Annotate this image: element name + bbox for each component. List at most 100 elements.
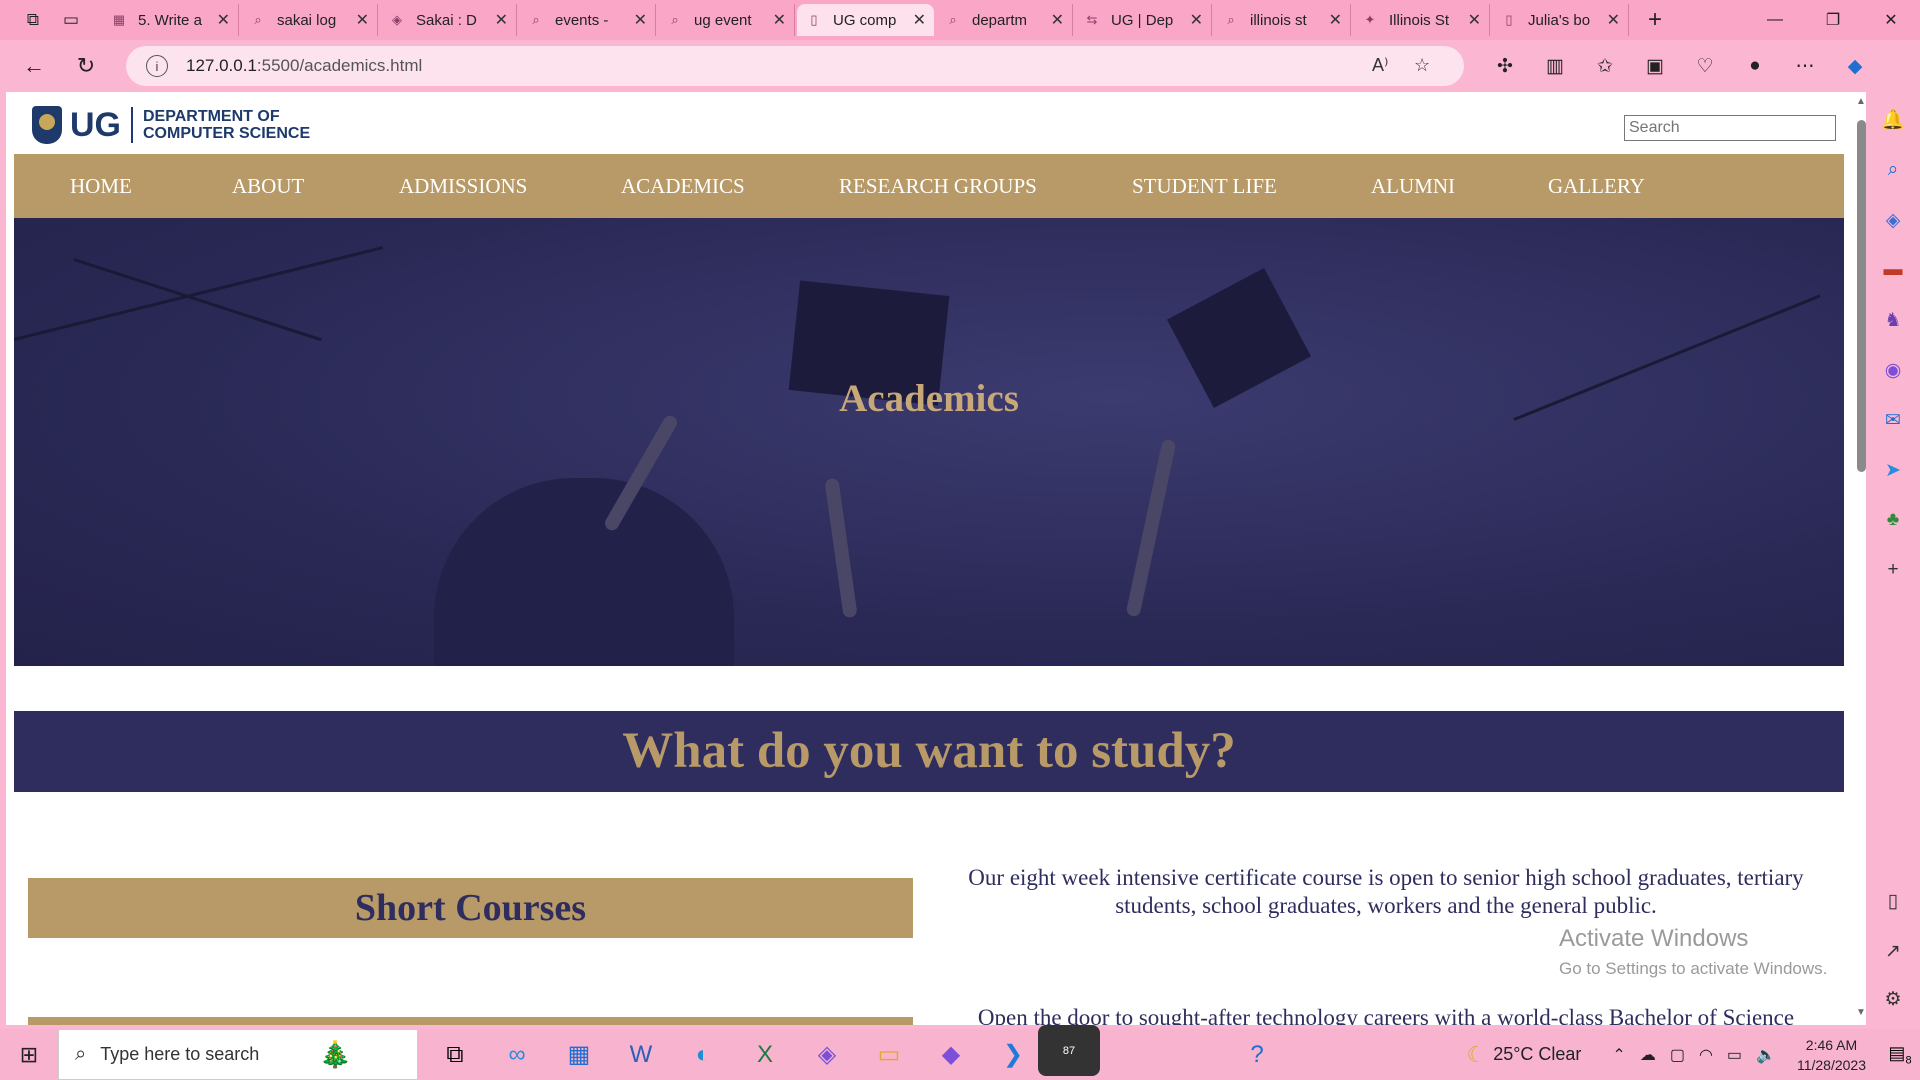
system-clock[interactable]: 2:46 AM 11/28/2023 [1797,1035,1866,1075]
browser-tab[interactable]: ⇆ UG | Dep ✕ [1075,4,1212,36]
store-icon[interactable]: ▦ [548,1029,610,1080]
close-tab-icon[interactable]: ✕ [634,10,647,30]
page-icon: ▯ [1505,12,1513,27]
collections-icon[interactable]: ▣ [1630,46,1680,86]
show-hidden-icons-chevron[interactable]: ⌃ [1612,1045,1625,1065]
browser-tab[interactable]: ▦ 5. Write a ✕ [102,4,239,36]
browser-tab[interactable]: ◈ Sakai : D ✕ [380,4,517,36]
nav-alumni[interactable]: ALUMNI [1371,174,1455,199]
battery-icon[interactable]: ▭ [1727,1045,1742,1065]
outlook-icon[interactable]: ✉ [1879,406,1907,434]
teams-app-icon[interactable]: ◈ [796,1029,858,1080]
workspaces-icon[interactable]: ⧉ [18,5,48,35]
site-search-input[interactable] [1624,115,1836,141]
favorites-icon[interactable]: ✩ [1580,46,1630,86]
help-icon[interactable]: ? [1226,1029,1288,1080]
loop-app-icon[interactable]: ◆ [920,1029,982,1080]
copilot-app-icon[interactable]: ∞ [486,1029,548,1080]
tab-actions-icon[interactable]: ▭ [56,5,86,35]
onedrive-icon[interactable]: ☁ [1640,1045,1656,1065]
microsoft-365-icon[interactable]: ◉ [1879,356,1907,384]
edge-browser-icon[interactable]: ◐ [672,1029,734,1080]
meet-now-icon[interactable]: ▢ [1670,1045,1685,1065]
whatsapp-icon[interactable]: ✆87 [1038,1025,1106,1080]
close-tab-icon[interactable]: ✕ [913,10,926,30]
notifications-bell-icon[interactable]: 🔔 [1879,106,1907,134]
profile-avatar[interactable]: ● [1730,46,1780,86]
browser-tab[interactable]: ⌕ illinois st ✕ [1214,4,1351,36]
sidebar-layout-icon[interactable]: ▯ [1879,887,1907,915]
scroll-down-arrow[interactable]: ▼ [1854,1007,1866,1021]
sidebar-settings-icon[interactable]: ⚙ [1879,985,1907,1013]
settings-more-icon[interactable]: ⋯ [1780,46,1830,86]
weather-text[interactable]: 25°C Clear [1493,1044,1581,1065]
file-explorer-icon[interactable]: ▭ [858,1029,920,1080]
scrollbar-thumb[interactable] [1857,120,1866,472]
site-logo[interactable]: UG DEPARTMENT OF COMPUTER SCIENCE [32,106,310,144]
wifi-icon[interactable]: ◠ [1699,1045,1713,1065]
taskbar-search-box[interactable]: ⌕ Type here to search 🎄 [58,1029,418,1080]
vscode-icon[interactable]: ❯ [982,1029,1044,1080]
notification-center-icon[interactable]: ▤8 [1880,1043,1920,1067]
word-icon[interactable]: W [610,1029,672,1080]
short-courses-box[interactable]: Short Courses [28,878,913,938]
open-external-icon[interactable]: ↗ [1879,937,1907,965]
close-tab-icon[interactable]: ✕ [217,10,230,30]
next-course-box[interactable] [28,1017,913,1025]
browser-tab[interactable]: ✦ Illinois St ✕ [1353,4,1490,36]
browser-tab[interactable]: ⌕ departm ✕ [936,4,1073,36]
send-icon[interactable]: ➤ [1879,456,1907,484]
task-view-icon[interactable]: ⧉ [424,1029,486,1080]
short-courses-title: Short Courses [354,887,587,929]
refresh-button[interactable]: ↻ [66,46,106,86]
start-button-icon[interactable]: ⊞ [0,1029,58,1080]
add-sidebar-app-icon[interactable]: + [1879,556,1907,584]
close-tab-icon[interactable]: ✕ [1468,10,1481,30]
site-header: UG DEPARTMENT OF COMPUTER SCIENCE [14,92,1844,154]
copilot-icon[interactable]: ◆ [1830,46,1880,86]
address-bar[interactable]: i 127.0.0.1:5500/academics.html A⁾ ☆ [126,46,1464,86]
tools-briefcase-icon[interactable]: ▬ [1879,256,1907,284]
nav-gallery[interactable]: GALLERY [1548,174,1645,199]
browser-tab[interactable]: ⌕ ug event ✕ [658,4,795,36]
close-tab-icon[interactable]: ✕ [356,10,369,30]
site-info-icon[interactable]: i [146,55,168,77]
close-window-button[interactable]: ✕ [1862,0,1920,40]
browser-tab[interactable]: ⌕ events - ✕ [519,4,656,36]
favorite-star-icon[interactable]: ☆ [1414,55,1430,76]
split-screen-icon[interactable]: ▥ [1530,46,1580,86]
page-icon: ▯ [810,12,818,27]
read-aloud-icon[interactable]: A⁾ [1372,55,1388,76]
games-icon[interactable]: ♞ [1879,306,1907,334]
excel-icon[interactable]: X [734,1029,796,1080]
browser-tab[interactable]: ▯ UG comp ✕ [797,4,934,36]
nav-student-life[interactable]: STUDENT LIFE [1132,174,1277,199]
volume-icon[interactable]: 🔈 [1756,1045,1776,1065]
close-tab-icon[interactable]: ✕ [773,10,786,30]
minimize-button[interactable]: — [1746,0,1804,40]
new-tab-button[interactable]: + [1637,4,1673,36]
tab-label: sakai log [277,11,337,29]
nav-admissions[interactable]: ADMISSIONS [399,174,527,199]
nav-research-groups[interactable]: RESEARCH GROUPS [839,174,1037,199]
browser-tab[interactable]: ▯ Julia's bo ✕ [1492,4,1629,36]
browser-tab[interactable]: ⌕ sakai log ✕ [241,4,378,36]
windows-taskbar: ⊞ ⌕ Type here to search 🎄 ⧉ ∞ ▦ W ◐ X ◈ … [0,1025,1920,1080]
nav-about[interactable]: ABOUT [232,174,304,199]
maximize-button[interactable]: ❐ [1804,0,1862,40]
nav-home[interactable]: HOME [70,174,132,199]
close-tab-icon[interactable]: ✕ [1051,10,1064,30]
shopping-tag-icon[interactable]: ◈ [1879,206,1907,234]
tree-icon[interactable]: ♣ [1879,506,1907,534]
browser-essentials-icon[interactable]: ♡ [1680,46,1730,86]
close-tab-icon[interactable]: ✕ [1190,10,1203,30]
close-tab-icon[interactable]: ✕ [495,10,508,30]
close-tab-icon[interactable]: ✕ [1329,10,1342,30]
back-button[interactable]: ← [14,46,54,86]
nav-academics[interactable]: ACADEMICS [621,174,745,199]
close-tab-icon[interactable]: ✕ [1607,10,1620,30]
extensions-icon[interactable]: ✣ [1480,46,1530,86]
search-icon[interactable]: ⌕ [1879,156,1907,184]
search-icon: ⌕ [75,1043,87,1065]
scroll-up-arrow[interactable]: ▲ [1854,96,1866,110]
